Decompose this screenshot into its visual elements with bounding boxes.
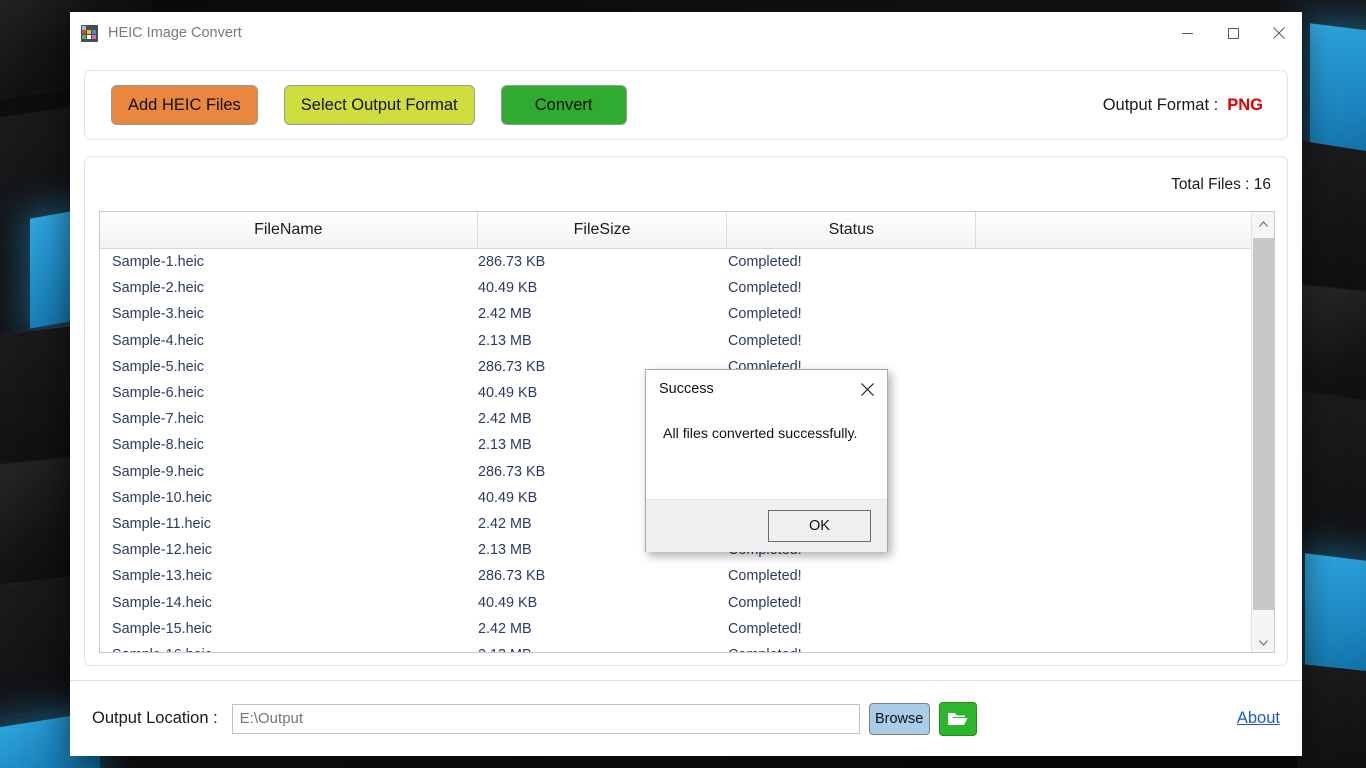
minimize-icon	[1181, 32, 1193, 34]
cell-filename: Sample-8.heic	[112, 437, 204, 454]
dialog-title: Success	[659, 381, 714, 397]
window-title: HEIC Image Convert	[108, 25, 242, 41]
wallpaper-cube	[1300, 140, 1366, 310]
cell-filesize: 2.42 MB	[478, 620, 532, 637]
chevron-down-icon	[1259, 639, 1268, 646]
select-output-format-button[interactable]: Select Output Format	[283, 85, 475, 125]
cell-status: Completed!	[728, 306, 802, 323]
cell-filename: Sample-6.heic	[112, 385, 204, 402]
column-header-status[interactable]: Status	[727, 212, 977, 248]
dialog-close-button[interactable]	[854, 377, 880, 401]
cell-filename: Sample-12.heic	[112, 542, 212, 559]
column-header-filesize[interactable]: FileSize	[478, 212, 728, 248]
scroll-down-button[interactable]	[1252, 631, 1274, 652]
scroll-up-button[interactable]	[1252, 212, 1274, 235]
close-icon	[860, 382, 874, 396]
chevron-up-icon	[1259, 220, 1268, 227]
add-heic-files-button[interactable]: Add HEIC Files	[111, 85, 258, 125]
dialog-message: All files converted successfully.	[663, 426, 858, 442]
table-row[interactable]: Sample-16.heic2.13 MBCompleted!	[100, 642, 1252, 652]
cell-filesize: 2.13 MB	[478, 647, 728, 652]
file-grid-header: FileName FileSize Status	[100, 212, 1274, 249]
maximize-button[interactable]	[1210, 12, 1256, 54]
success-dialog: Success All files converted successfully…	[645, 369, 888, 552]
convert-button[interactable]: Convert	[500, 85, 627, 125]
cell-filesize: 2.42 MB	[478, 306, 532, 323]
cell-status: Completed!	[728, 254, 802, 271]
cell-filename: Sample-9.heic	[112, 463, 204, 480]
about-link[interactable]: About	[1237, 709, 1280, 728]
dialog-ok-button[interactable]: OK	[768, 510, 871, 542]
column-header-filename[interactable]: FileName	[100, 212, 478, 248]
output-format-label: Output Format :	[1102, 95, 1219, 114]
cell-filesize: 40.49 KB	[478, 280, 538, 297]
cell-filename: Sample-13.heic	[112, 568, 212, 585]
cell-status: Completed!	[728, 568, 802, 585]
table-row[interactable]: Sample-4.heic 2.13 MB Completed!	[100, 328, 1252, 354]
cell-filesize: 286.73 KB	[478, 254, 546, 271]
cell-filesize: 2.13 MB	[478, 332, 532, 349]
table-row[interactable]: Sample-13.heic 286.73 KB Completed!	[100, 563, 1252, 589]
table-row[interactable]: Sample-2.heic 40.49 KB Completed!	[100, 275, 1252, 301]
cell-filename: Sample-14.heic	[112, 594, 212, 611]
cell-filename: Sample-11.heic	[112, 515, 211, 532]
maximize-icon	[1227, 27, 1239, 39]
cell-status: Completed!	[728, 647, 977, 652]
desktop-wallpaper: HEIC Image Convert Add HEIC Files Select…	[0, 0, 1366, 768]
cell-status: Completed!	[728, 332, 802, 349]
output-format-value: PNG	[1227, 95, 1263, 114]
cell-filename: Sample-16.heic	[100, 647, 478, 652]
table-row[interactable]: Sample-14.heic 40.49 KB Completed!	[100, 589, 1252, 615]
cell-filename: Sample-7.heic	[112, 411, 204, 428]
dialog-titlebar[interactable]: Success	[646, 370, 887, 408]
table-row[interactable]: Sample-3.heic 2.42 MB Completed!	[100, 301, 1252, 327]
output-location-input[interactable]	[231, 703, 860, 734]
column-header-empty[interactable]	[976, 212, 1274, 248]
application-window: HEIC Image Convert Add HEIC Files Select…	[70, 12, 1302, 756]
output-location-label: Output Location :	[92, 709, 218, 727]
cell-filename: Sample-3.heic	[112, 306, 204, 323]
cell-filename: Sample-1.heic	[112, 254, 204, 271]
bottom-bar: Output Location : Browse About	[70, 681, 1302, 756]
cell-status: Completed!	[728, 280, 802, 297]
open-folder-icon	[947, 712, 968, 725]
output-format-display: Output Format : PNG	[1103, 96, 1273, 115]
cell-filesize: 40.49 KB	[478, 594, 538, 611]
app-icon	[81, 24, 98, 42]
total-files-label: Total Files : 16	[1171, 176, 1271, 193]
scrollbar-thumb[interactable]	[1253, 238, 1274, 610]
browse-button[interactable]: Browse	[868, 702, 930, 735]
window-controls	[1164, 12, 1302, 54]
cell-filename: Sample-4.heic	[112, 332, 204, 349]
window-titlebar[interactable]: HEIC Image Convert	[70, 12, 1302, 54]
cell-status: Completed!	[728, 594, 802, 611]
vertical-scrollbar[interactable]	[1251, 212, 1274, 652]
cell-filesize: 286.73 KB	[478, 568, 546, 585]
table-row[interactable]: Sample-1.heic 286.73 KB Completed!	[100, 249, 1252, 275]
dialog-footer: OK	[646, 499, 887, 552]
cell-filename: Sample-15.heic	[112, 620, 212, 637]
cell-filename: Sample-5.heic	[112, 358, 204, 375]
cell-status: Completed!	[728, 620, 802, 637]
wallpaper-cube	[1298, 663, 1366, 768]
minimize-button[interactable]	[1164, 12, 1210, 54]
close-button[interactable]	[1256, 12, 1302, 54]
table-row[interactable]: Sample-15.heic 2.42 MB Completed!	[100, 616, 1252, 642]
cell-filename: Sample-10.heic	[112, 489, 212, 506]
toolbar-panel: Add HEIC Files Select Output Format Conv…	[84, 70, 1288, 140]
close-icon	[1273, 27, 1285, 39]
cell-filename: Sample-2.heic	[112, 280, 204, 297]
open-folder-button[interactable]	[938, 701, 977, 736]
